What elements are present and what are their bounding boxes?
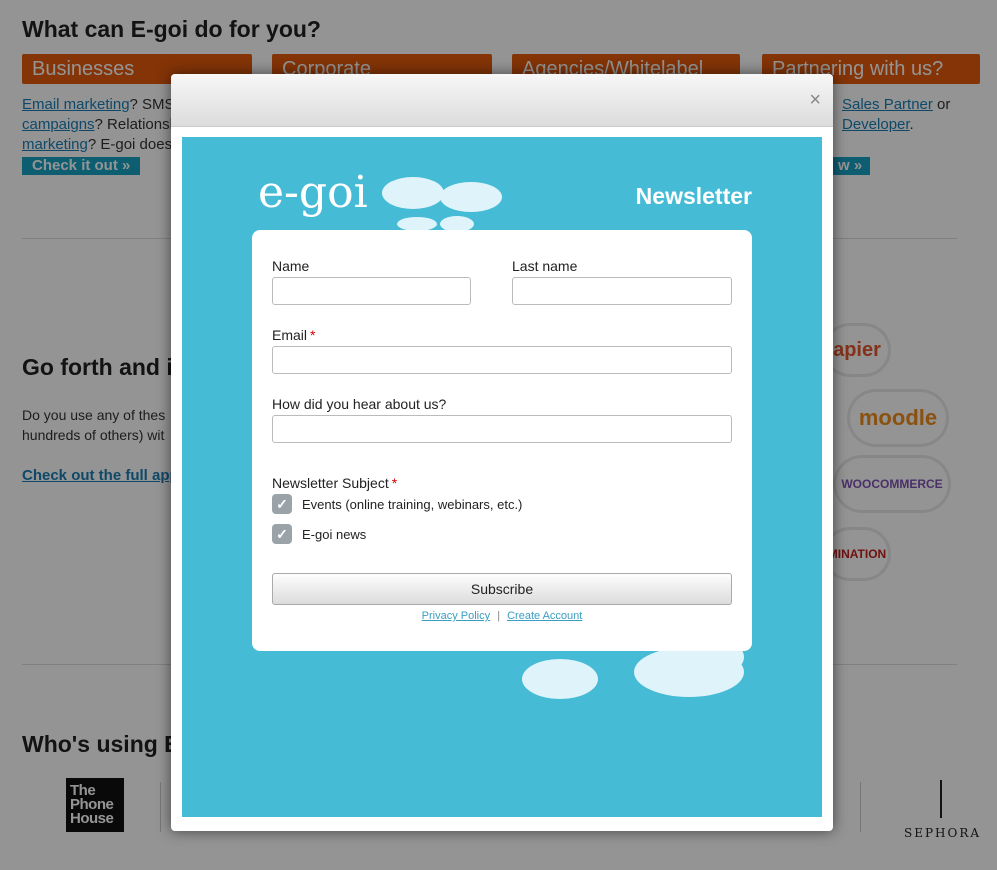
last-name-label: Last name	[512, 258, 578, 274]
email-field[interactable]	[272, 346, 732, 374]
egoi-news-option[interactable]: ✓ E-goi news	[272, 524, 366, 544]
link-separator: |	[497, 610, 501, 622]
modal-body: e-goi Newsletter Name Last name Email * H…	[182, 137, 822, 817]
required-marker: *	[391, 475, 398, 491]
cloud-decoration	[397, 217, 437, 231]
modal-title: Newsletter	[635, 183, 752, 209]
name-label: Name	[272, 258, 310, 274]
cloud-decoration	[440, 182, 502, 212]
last-name-field[interactable]	[512, 277, 732, 305]
checkbox-checked-icon[interactable]: ✓	[272, 494, 292, 514]
egoi-news-option-label: E-goi news	[302, 526, 367, 542]
cloud-decoration	[522, 659, 598, 699]
referral-field[interactable]	[272, 415, 732, 443]
close-icon[interactable]: ×	[809, 90, 821, 110]
referral-label: How did you hear about us?	[272, 396, 447, 412]
cloud-decoration	[382, 177, 444, 209]
required-marker: *	[310, 327, 316, 343]
modal-header: ×	[171, 74, 833, 127]
egoi-logo: e-goi	[258, 167, 368, 218]
newsletter-form: Name Last name Email * How did you hear a…	[252, 230, 752, 651]
events-option[interactable]: ✓ Events (online training, webinars, etc…	[272, 494, 522, 514]
privacy-policy-link[interactable]: Privacy Policy	[422, 610, 490, 622]
form-footer-links: Privacy Policy | Create Account	[252, 610, 752, 622]
email-label: Email *	[272, 327, 316, 343]
newsletter-subject-label: Newsletter Subject *	[272, 475, 398, 491]
events-option-label: Events (online training, webinars, etc.)	[302, 496, 523, 512]
create-account-link[interactable]: Create Account	[507, 610, 582, 622]
name-field[interactable]	[272, 277, 471, 305]
subscribe-button[interactable]: Subscribe	[272, 573, 732, 605]
newsletter-modal: × e-goi Newsletter Name Last name Email *…	[171, 74, 833, 831]
checkbox-checked-icon[interactable]: ✓	[272, 524, 292, 544]
